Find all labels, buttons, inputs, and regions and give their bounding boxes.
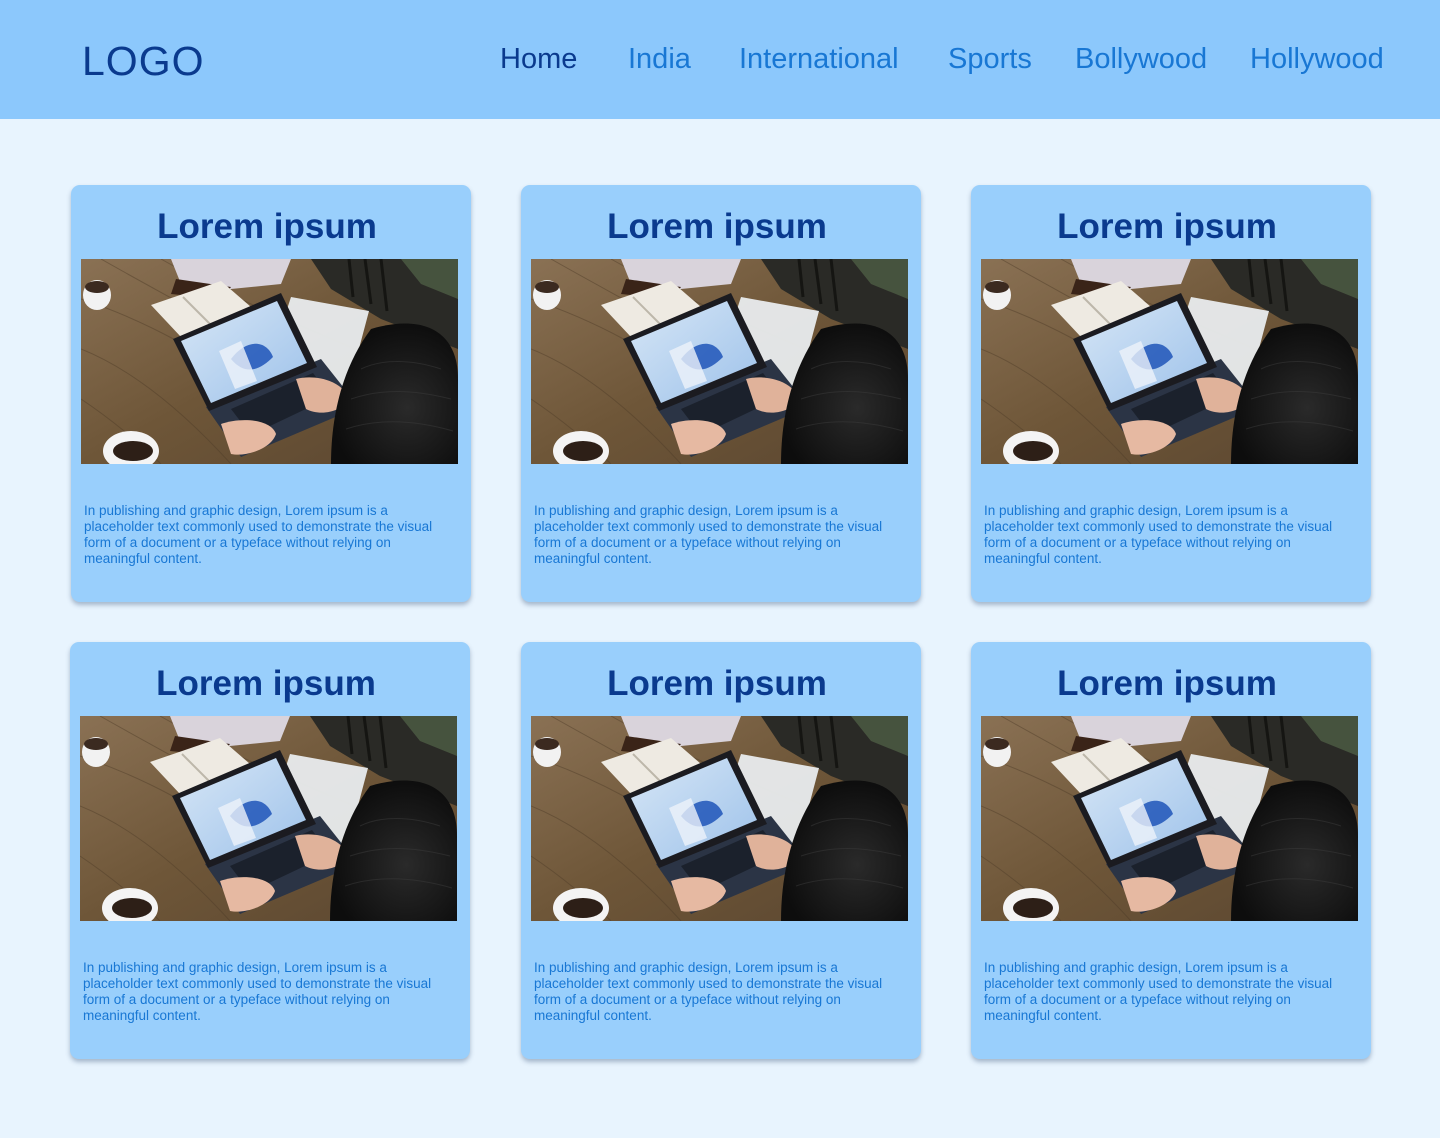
site-logo[interactable]: LOGO (82, 38, 204, 84)
card-title[interactable]: Lorem ipsum (521, 664, 913, 704)
card-image[interactable] (80, 716, 457, 921)
news-card[interactable]: Lorem ipsum In publishing and graphic de… (521, 185, 921, 602)
card-title[interactable]: Lorem ipsum (70, 664, 462, 704)
nav-hollywood-link[interactable]: Hollywood (1250, 42, 1384, 76)
card-description: In publishing and graphic design, Lorem … (534, 960, 883, 1023)
news-card[interactable]: Lorem ipsum In publishing and graphic de… (971, 185, 1371, 602)
card-title[interactable]: Lorem ipsum (971, 664, 1363, 704)
card-image[interactable] (531, 259, 908, 464)
card-title[interactable]: Lorem ipsum (521, 207, 913, 247)
card-image[interactable] (981, 716, 1358, 921)
nav-bollywood-link[interactable]: Bollywood (1075, 42, 1207, 76)
news-card[interactable]: Lorem ipsum In publishing and graphic de… (71, 185, 471, 602)
news-card[interactable]: Lorem ipsum In publishing and graphic de… (971, 642, 1371, 1059)
card-description: In publishing and graphic design, Lorem … (84, 503, 433, 566)
nav-international-link[interactable]: International (739, 42, 899, 76)
card-description: In publishing and graphic design, Lorem … (534, 503, 883, 566)
site-header: LOGO Home India International Sports Bol… (0, 0, 1440, 119)
nav-sports-link[interactable]: Sports (948, 42, 1032, 76)
nav-india-link[interactable]: India (628, 42, 691, 76)
card-title[interactable]: Lorem ipsum (71, 207, 463, 247)
card-image[interactable] (81, 259, 458, 464)
card-image[interactable] (981, 259, 1358, 464)
card-image[interactable] (531, 716, 908, 921)
news-card[interactable]: Lorem ipsum In publishing and graphic de… (70, 642, 470, 1059)
card-title[interactable]: Lorem ipsum (971, 207, 1363, 247)
nav-home-link[interactable]: Home (500, 42, 577, 76)
card-description: In publishing and graphic design, Lorem … (984, 960, 1333, 1023)
card-description: In publishing and graphic design, Lorem … (984, 503, 1333, 566)
news-card[interactable]: Lorem ipsum In publishing and graphic de… (521, 642, 921, 1059)
card-description: In publishing and graphic design, Lorem … (83, 960, 432, 1023)
